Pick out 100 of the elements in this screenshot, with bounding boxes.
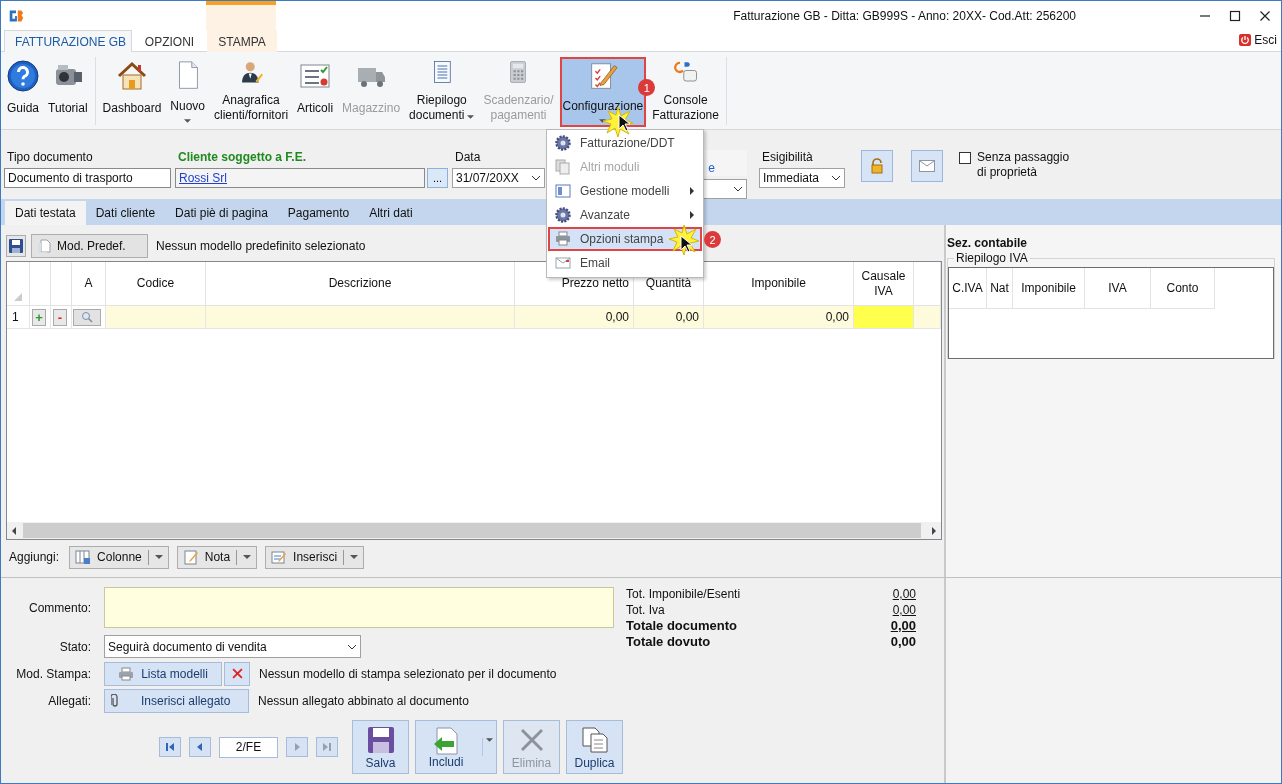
first-icon: [165, 742, 175, 752]
scroll-right-icon[interactable]: [931, 526, 937, 535]
header-corner[interactable]: [7, 262, 30, 306]
ribbon-button[interactable]: Nuovo: [167, 57, 208, 127]
total-value: 0,00: [890, 618, 916, 634]
cursor-icon: [680, 235, 692, 253]
ribbon-tab[interactable]: STAMPA: [207, 30, 277, 52]
panel-icon: [555, 183, 571, 199]
total-value: 0,00: [892, 586, 916, 602]
mail-button[interactable]: [911, 150, 943, 182]
table-cell[interactable]: [206, 306, 515, 329]
default-model-button[interactable]: Mod. Predef.: [31, 234, 148, 258]
exit-button[interactable]: Esci: [1239, 33, 1277, 47]
lock-button[interactable]: [861, 150, 893, 182]
model-list-button[interactable]: Lista modelli: [104, 661, 222, 686]
caret-icon: [350, 555, 359, 559]
ribbon-button[interactable]: Anagrafica clienti/fornitori: [211, 57, 292, 127]
first-button[interactable]: [159, 737, 181, 757]
total-value: 0,00: [892, 602, 916, 618]
menu-item[interactable]: Email: [548, 251, 702, 275]
mail-icon: [555, 255, 571, 271]
next-button[interactable]: [286, 737, 308, 757]
table-cell[interactable]: [854, 306, 914, 329]
client-link[interactable]: Rossi Srl: [179, 171, 227, 185]
document-tab[interactable]: Altri dati: [359, 201, 423, 225]
action-button[interactable]: Includi: [415, 720, 497, 774]
field-label: Mod. Stampa:: [15, 666, 91, 681]
ribbon-tab[interactable]: FATTURAZIONE GB: [4, 30, 132, 52]
document-tab[interactable]: Dati piè di pagina: [165, 201, 278, 225]
remove-row-button[interactable]: -: [53, 308, 67, 326]
submenu-arrow-icon: [690, 187, 694, 195]
step-badge: 1: [638, 79, 656, 96]
floppy-icon: [9, 239, 23, 253]
maximize-icon[interactable]: [1229, 9, 1241, 22]
payability-dropdown[interactable]: Immediata: [759, 168, 845, 188]
comment-field[interactable]: [104, 587, 614, 628]
add-split-button[interactable]: Colonne: [69, 545, 169, 569]
column-header: Descrizione: [328, 276, 392, 291]
table-cell[interactable]: 0,00: [704, 306, 854, 329]
column-header: C.IVA: [952, 281, 983, 295]
menu-item[interactable]: Gestione modelli: [548, 179, 702, 203]
document-tab[interactable]: Pagamento: [277, 201, 360, 225]
status-dropdown[interactable]: Seguirà documento di vendita: [104, 635, 361, 658]
last-button[interactable]: [316, 737, 338, 757]
field-label: Esigibilità: [761, 150, 814, 165]
chevron-icon: [733, 186, 743, 192]
floppy-icon: [366, 726, 395, 754]
house-icon: [115, 60, 148, 92]
table-cell[interactable]: [914, 306, 941, 329]
table-cell[interactable]: 0,00: [515, 306, 634, 329]
column-header: IVA: [1108, 281, 1127, 295]
add-attachment-button[interactable]: Inserisci allegato: [104, 688, 249, 713]
caret-icon: [486, 738, 493, 742]
table-cell[interactable]: [106, 306, 206, 329]
total-label: Tot. Iva: [626, 602, 665, 618]
pages-icon: [37, 239, 51, 253]
column-header: Nat: [990, 281, 1009, 295]
power-icon: [1239, 34, 1252, 46]
table-cell[interactable]: 0,00: [634, 306, 704, 329]
envelope-icon: [919, 160, 935, 172]
paperclip-icon: [111, 693, 119, 708]
clear-button[interactable]: [224, 661, 250, 686]
close-icon[interactable]: [1259, 9, 1271, 22]
ribbon-button[interactable]: Guida: [4, 57, 43, 127]
lookup-button[interactable]: [73, 308, 101, 326]
document-tab[interactable]: Dati cliente: [85, 201, 166, 225]
total-label: Totale documento: [626, 618, 737, 634]
previous-button[interactable]: [189, 737, 211, 757]
close-icon: [231, 668, 243, 679]
date-field[interactable]: 31/07/20XX: [452, 168, 545, 188]
field-label: Stato:: [58, 639, 91, 654]
field-label: Allegati:: [47, 693, 91, 708]
client-field[interactable]: Rossi Srl: [175, 168, 425, 188]
document-type-field[interactable]: Documento di trasporto: [4, 168, 171, 188]
menu-item[interactable]: Avanzate: [548, 203, 702, 227]
ribbon-button[interactable]: Riepilogo documenti: [406, 57, 478, 127]
column-header: Conto: [1166, 281, 1199, 295]
ribbon-button[interactable]: Tutorial: [45, 57, 91, 127]
ribbon-button[interactable]: Articoli: [294, 57, 337, 127]
browse-button[interactable]: ...: [427, 168, 448, 188]
add-split-button[interactable]: Inserisci: [265, 545, 365, 569]
action-button[interactable]: Duplica: [566, 720, 623, 774]
print-model-status: Nessun modello di stampa selezionato per il documento: [259, 666, 557, 681]
scroll-left-icon[interactable]: [11, 526, 17, 535]
checkbox[interactable]: [959, 152, 971, 164]
chevron-icon: [531, 175, 541, 181]
document-tab[interactable]: Dati testata: [5, 201, 86, 225]
ribbon-button[interactable]: Dashboard: [99, 57, 165, 127]
ribbon-tab[interactable]: OPZIONI: [132, 30, 207, 52]
pages-icon: [555, 159, 571, 175]
caret-icon: [184, 119, 192, 123]
add-split-button[interactable]: Nota: [176, 545, 258, 569]
field-label: Cliente soggetto a F.E.: [177, 150, 307, 165]
action-button[interactable]: Salva: [352, 720, 409, 774]
horizontal-scrollbar[interactable]: [7, 522, 941, 539]
checkbox-label: Senza passaggio di proprietà: [977, 150, 1071, 180]
copy-icon: [580, 726, 609, 754]
record-field[interactable]: 2/FE: [219, 736, 278, 758]
save-button[interactable]: [6, 235, 26, 257]
step-badge: 2: [704, 231, 721, 248]
